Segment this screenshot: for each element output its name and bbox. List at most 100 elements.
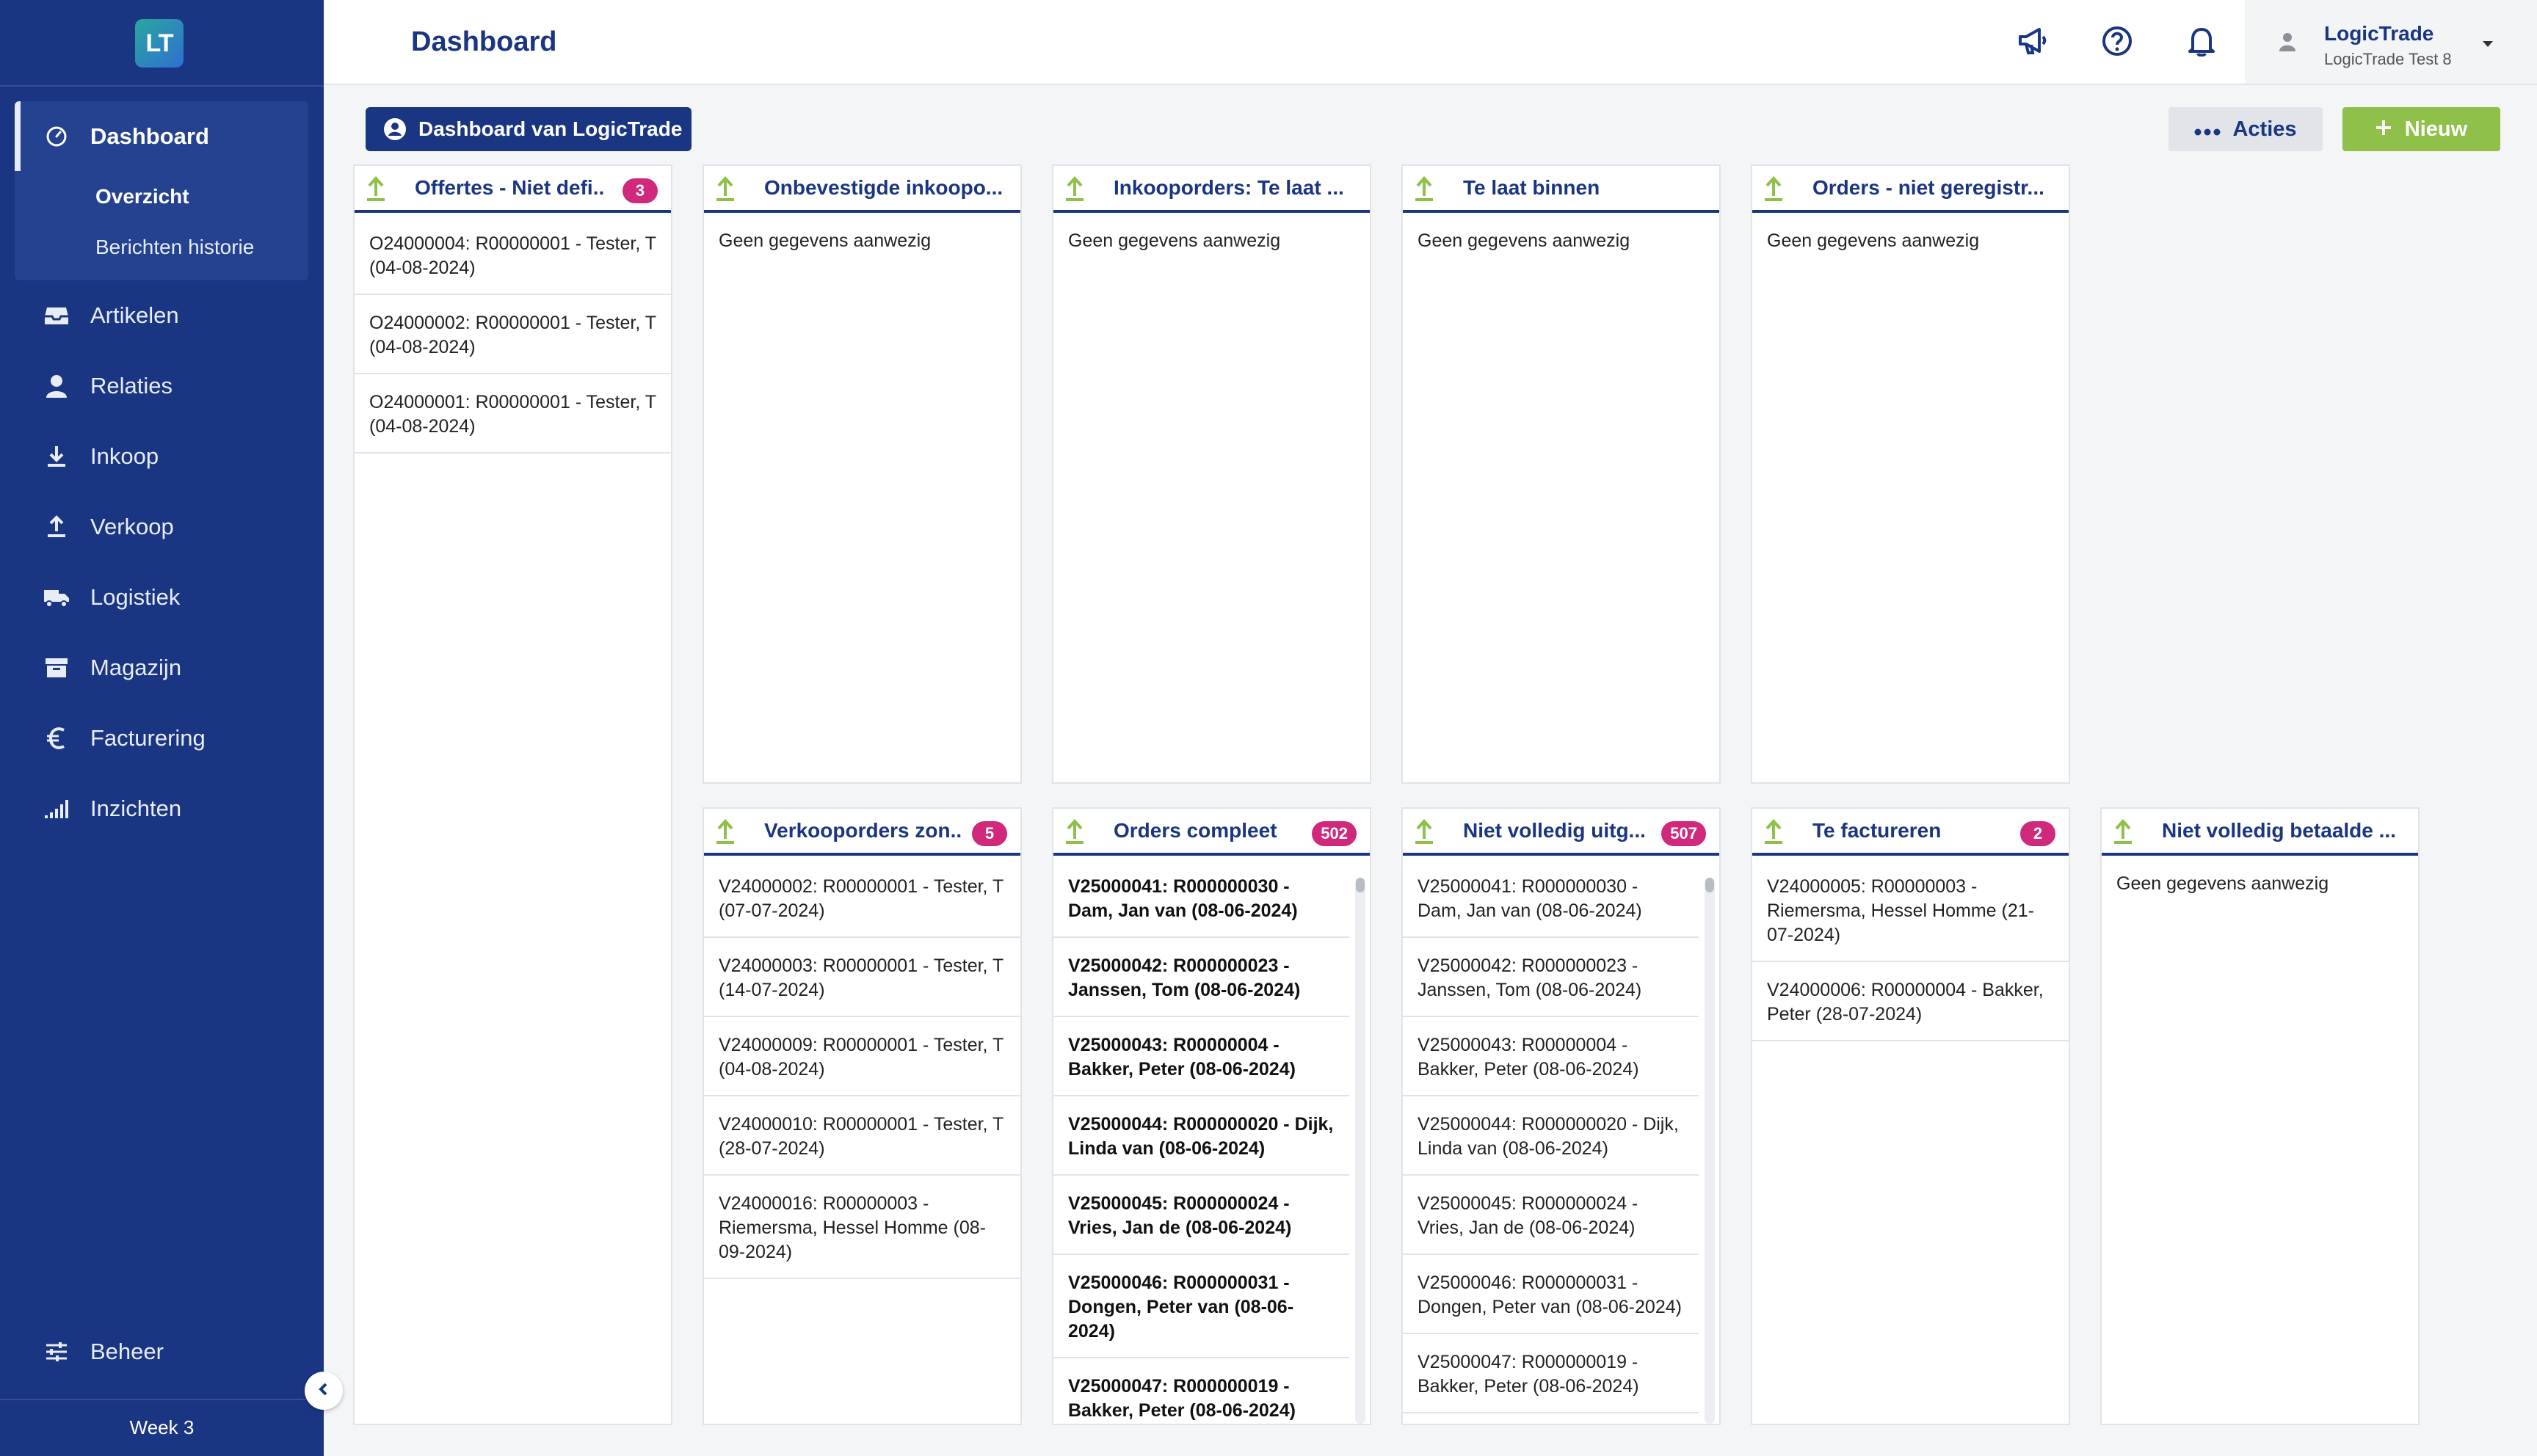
count-badge: 5 — [972, 821, 1007, 846]
dashboard-selector-label: Dashboard van LogicTrade — [418, 117, 683, 140]
sidebar-divider — [0, 85, 324, 87]
question-circle-icon — [2102, 26, 2133, 60]
sidebar-item-beheer[interactable]: Beheer — [0, 1317, 324, 1387]
sidebar-item-verkoop[interactable]: Verkoop — [0, 492, 324, 562]
list-item[interactable]: V24000009: R00000001 - Tester, T (04-08-… — [704, 1017, 1020, 1096]
user-company: LogicTrade Test 8 — [2324, 50, 2452, 68]
widget-orders-niet-geregistreerd: Orders - niet geregistr... Geen gegevens… — [1751, 164, 2070, 784]
upload-arrow-icon — [1765, 819, 1782, 844]
widget-inkooporders-te-laat: Inkooporders: Te laat ... Geen gegevens … — [1052, 164, 1371, 784]
sidebar-subitem-berichten-historie[interactable]: Berichten historie — [95, 236, 254, 259]
count-badge: 507 — [1661, 821, 1706, 846]
upload-arrow-icon — [2114, 819, 2132, 844]
dashboard-selector[interactable]: Dashboard van LogicTrade — [366, 107, 692, 151]
list-item[interactable]: V25000046: R000000031 - Dongen, Peter va… — [1053, 1255, 1349, 1358]
list-item[interactable]: O24000001: R00000001 - Tester, T (04-08-… — [355, 374, 671, 454]
sidebar-item-facturering[interactable]: Facturering — [0, 703, 324, 774]
list-item[interactable]: V25000047: R000000019 - Bakker, Peter (0… — [1053, 1358, 1349, 1424]
widget-verkooporders-zonder: Verkooporders zon... 5 V24000002: R00000… — [703, 807, 1022, 1425]
list-item[interactable]: V24000016: R00000003 - Riemersma, Hessel… — [704, 1176, 1020, 1279]
user-avatar-icon — [2279, 32, 2296, 55]
logicTrade-logo[interactable]: LT — [135, 19, 184, 68]
list-item[interactable]: V25000047: R000000019 - Bakker, Peter (0… — [1403, 1334, 1699, 1413]
sidebar-item-label: Relaties — [90, 373, 173, 398]
list-item[interactable]: V25000043: R00000004 - Bakker, Peter (08… — [1053, 1017, 1349, 1096]
acties-button[interactable]: Acties — [2168, 107, 2323, 151]
notifications-button[interactable] — [2184, 25, 2219, 60]
sidebar-item-dashboard[interactable]: Dashboard — [0, 101, 324, 172]
sidebar-item-logistiek[interactable]: Logistiek — [0, 562, 324, 633]
sidebar-item-inzichten[interactable]: Inzichten — [0, 774, 324, 844]
help-button[interactable] — [2099, 25, 2135, 60]
truck-icon — [43, 584, 70, 611]
list-item[interactable]: V25000042: R000000023 - Janssen, Tom (08… — [1053, 938, 1349, 1017]
widget-header[interactable]: Inkooporders: Te laat ... — [1053, 166, 1370, 213]
list-item[interactable]: V25000042: R000000023 - Janssen, Tom (08… — [1403, 938, 1699, 1017]
list-item[interactable]: V25000041: R000000030 - Dam, Jan van (08… — [1403, 859, 1699, 938]
list-item[interactable]: V25000044: R000000020 - Dijk, Linda van … — [1053, 1096, 1349, 1176]
scrollbar[interactable] — [1355, 878, 1365, 1424]
sidebar-item-label: Beheer — [90, 1339, 164, 1364]
bell-icon — [2187, 26, 2216, 60]
widget-title: Te laat binnen — [1463, 176, 1600, 199]
sidebar-item-artikelen[interactable]: Artikelen — [0, 280, 324, 351]
sidebar-item-relaties[interactable]: Relaties — [0, 351, 324, 421]
widget-header[interactable]: Orders - niet geregistr... — [1752, 166, 2069, 213]
list-item[interactable]: V25000045: R000000024 - Vries, Jan de (0… — [1403, 1176, 1699, 1255]
upload-arrow-icon — [1765, 176, 1782, 201]
widget-niet-volledig-uitgeleverd: Niet volledig uitg... 507 V25000041: R00… — [1401, 807, 1721, 1425]
widget-orders-compleet: Orders compleet 502 V25000041: R00000003… — [1052, 807, 1371, 1425]
list-item[interactable]: V25000043: R00000004 - Bakker, Peter (08… — [1403, 1017, 1699, 1096]
sidebar-subitem-overzicht[interactable]: Overzicht — [95, 185, 189, 208]
sidebar: LT Dashboard Overzicht Berichten histori… — [0, 0, 324, 1456]
list-item[interactable]: V24000010: R00000001 - Tester, T (28-07-… — [704, 1096, 1020, 1176]
list-item[interactable]: V24000002: R00000001 - Tester, T (07-07-… — [704, 859, 1020, 938]
acties-label: Acties — [2232, 117, 2297, 141]
count-badge: 3 — [623, 178, 658, 203]
user-menu[interactable]: LogicTrade LogicTrade Test 8 — [2245, 0, 2537, 84]
sidebar-item-label: Inzichten — [90, 796, 182, 821]
user-name: LogicTrade — [2324, 22, 2434, 45]
list-item[interactable]: V24000005: R00000003 - Riemersma, Hessel… — [1752, 859, 2069, 962]
widget-header[interactable]: Onbevestigde inkoopo... — [704, 166, 1020, 213]
sidebar-item-magazijn[interactable]: Magazijn — [0, 633, 324, 703]
list-item[interactable]: V24000006: R00000004 - Bakker, Peter (28… — [1752, 962, 2069, 1041]
announcements-button[interactable] — [2016, 25, 2051, 60]
sidebar-item-label: Artikelen — [90, 302, 179, 328]
list-item[interactable]: V25000044: R000000020 - Dijk, Linda van … — [1403, 1096, 1699, 1176]
scrollbar[interactable] — [1705, 878, 1715, 1424]
user-circle-icon — [383, 117, 407, 141]
list-item[interactable]: V24000003: R00000001 - Tester, T (14-07-… — [704, 938, 1020, 1017]
list-item[interactable]: V25000041: R000000030 - Dam, Jan van (08… — [1053, 859, 1349, 938]
widget-header[interactable]: Niet volledig betaalde ... — [2102, 809, 2418, 856]
list-item[interactable]: O24000002: R00000001 - Tester, T (04-08-… — [355, 295, 671, 374]
widget-title: Orders compleet — [1114, 819, 1277, 842]
list-item[interactable]: O24000004: R00000001 - Tester, T (04-08-… — [355, 216, 671, 295]
sidebar-item-label: Inkoop — [90, 443, 159, 469]
person-icon — [43, 373, 70, 399]
widget-header[interactable]: Niet volledig uitg... 507 — [1403, 809, 1719, 856]
upload-arrow-icon — [1415, 819, 1433, 844]
collapse-sidebar-button[interactable] — [305, 1372, 343, 1410]
sidebar-divider — [0, 1399, 324, 1400]
list-item[interactable]: V25000046: R000000031 - Dongen, Peter va… — [1403, 1255, 1699, 1334]
sidebar-item-inkoop[interactable]: Inkoop — [0, 421, 324, 492]
sidebar-item-label: Verkoop — [90, 514, 174, 539]
widget-header[interactable]: Te factureren 2 — [1752, 809, 2069, 856]
sidebar-item-label: Logistiek — [90, 584, 181, 610]
signal-bars-icon — [43, 796, 70, 822]
empty-state-text: Geen gegevens aanwezig — [1068, 230, 1281, 251]
euro-icon — [43, 725, 70, 751]
download-icon — [43, 443, 70, 470]
widget-header[interactable]: Orders compleet 502 — [1053, 809, 1370, 856]
empty-state-text: Geen gegevens aanwezig — [719, 230, 932, 251]
widget-title: Te factureren — [1812, 819, 1942, 842]
archive-box-icon — [43, 655, 70, 681]
widget-header[interactable]: Te laat binnen — [1403, 166, 1719, 213]
nieuw-button[interactable]: Nieuw — [2342, 107, 2500, 151]
list-item[interactable]: V25000045: R000000024 - Vries, Jan de (0… — [1053, 1176, 1349, 1255]
widget-te-laat-binnen: Te laat binnen Geen gegevens aanwezig — [1401, 164, 1721, 784]
top-bar: Dashboard LogicTrade LogicTrade Test 8 — [324, 0, 2537, 85]
widget-header[interactable]: Offertes - Niet defi... 3 — [355, 166, 671, 213]
widget-header[interactable]: Verkooporders zon... 5 — [704, 809, 1020, 856]
